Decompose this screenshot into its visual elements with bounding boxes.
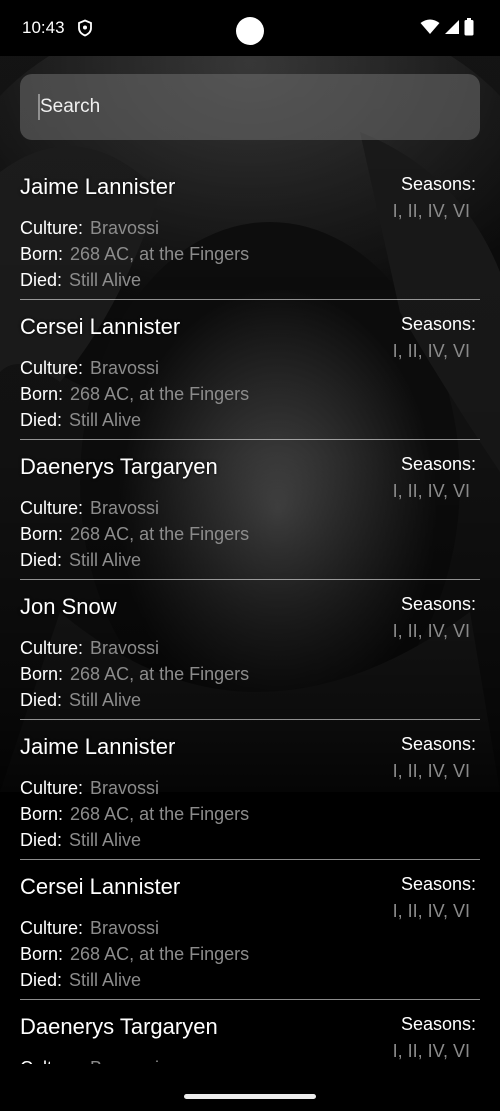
character-list[interactable]: Jaime Lannister Seasons: I, II, IV, VI C…	[0, 160, 500, 1064]
died-label: Died:	[20, 410, 63, 430]
culture-label: Culture:	[20, 218, 84, 238]
status-time: 10:43	[22, 18, 65, 37]
app-screen: 10:43 Jaime Lannister Seasons: I, II, IV…	[0, 0, 500, 1111]
born-line: Born: 268 AC, at the Fingers	[20, 384, 249, 405]
seasons-value: I, II, IV, VI	[392, 621, 470, 641]
died-value: Still Alive	[69, 410, 142, 430]
culture-line: Culture: Bravossi	[20, 1058, 159, 1064]
character-row[interactable]: Daenerys Targaryen Seasons: I, II, IV, V…	[20, 1000, 480, 1064]
signal-icon	[445, 20, 459, 34]
culture-value: Bravossi	[90, 218, 160, 238]
died-value: Still Alive	[69, 830, 142, 850]
culture-value: Bravossi	[90, 638, 160, 658]
culture-value: Bravossi	[90, 778, 160, 798]
shield-icon	[78, 19, 92, 37]
character-name: Cersei Lannister	[20, 874, 181, 899]
character-row[interactable]: Jon Snow Seasons: I, II, IV, VI Culture:…	[20, 580, 480, 720]
born-label: Born:	[20, 804, 64, 824]
died-value: Still Alive	[69, 270, 142, 290]
character-name: Jaime Lannister	[20, 734, 176, 759]
born-label: Born:	[20, 244, 64, 264]
born-line: Born: 268 AC, at the Fingers	[20, 244, 249, 265]
seasons-value: I, II, IV, VI	[392, 481, 470, 501]
born-line: Born: 268 AC, at the Fingers	[20, 664, 249, 685]
search-input[interactable]	[38, 95, 462, 119]
character-row[interactable]: Cersei Lannister Seasons: I, II, IV, VI …	[20, 300, 480, 440]
seasons-label: Seasons:	[400, 1014, 476, 1034]
culture-value: Bravossi	[90, 358, 160, 378]
died-value: Still Alive	[69, 690, 142, 710]
character-row[interactable]: Cersei Lannister Seasons: I, II, IV, VI …	[20, 860, 480, 1000]
culture-line: Culture: Bravossi	[20, 358, 159, 379]
seasons-value: I, II, IV, VI	[392, 341, 470, 361]
died-label: Died:	[20, 690, 63, 710]
born-value: 268 AC, at the Fingers	[70, 664, 250, 684]
born-value: 268 AC, at the Fingers	[70, 384, 250, 404]
born-label: Born:	[20, 944, 64, 964]
died-label: Died:	[20, 550, 63, 570]
character-row[interactable]: Daenerys Targaryen Seasons: I, II, IV, V…	[20, 440, 480, 580]
seasons-value: I, II, IV, VI	[392, 201, 470, 221]
character-row[interactable]: Jaime Lannister Seasons: I, II, IV, VI C…	[20, 160, 480, 300]
seasons-value: I, II, IV, VI	[392, 1041, 470, 1061]
culture-line: Culture: Bravossi	[20, 638, 159, 659]
born-line: Born: 268 AC, at the Fingers	[20, 524, 249, 545]
seasons-label: Seasons:	[400, 314, 476, 334]
died-line: Died: Still Alive	[20, 410, 141, 431]
status-icons	[420, 18, 474, 36]
home-indicator[interactable]	[184, 1094, 316, 1099]
character-name: Daenerys Targaryen	[20, 454, 218, 479]
born-label: Born:	[20, 384, 64, 404]
culture-value: Bravossi	[90, 498, 160, 518]
died-label: Died:	[20, 830, 63, 850]
culture-line: Culture: Bravossi	[20, 218, 159, 239]
seasons-label: Seasons:	[400, 874, 476, 894]
born-line: Born: 268 AC, at the Fingers	[20, 944, 249, 965]
seasons-label: Seasons:	[400, 734, 476, 754]
culture-value: Bravossi	[90, 918, 160, 938]
culture-line: Culture: Bravossi	[20, 918, 159, 939]
culture-label: Culture:	[20, 358, 84, 378]
seasons-value: I, II, IV, VI	[392, 901, 470, 921]
character-name: Cersei Lannister	[20, 314, 181, 339]
culture-line: Culture: Bravossi	[20, 778, 159, 799]
died-label: Died:	[20, 270, 63, 290]
born-value: 268 AC, at the Fingers	[70, 524, 250, 544]
seasons-label: Seasons:	[400, 594, 476, 614]
culture-label: Culture:	[20, 638, 84, 658]
born-label: Born:	[20, 524, 64, 544]
battery-icon	[464, 18, 474, 36]
died-line: Died: Still Alive	[20, 550, 141, 571]
born-line: Born: 268 AC, at the Fingers	[20, 804, 249, 825]
camera-cutout	[236, 17, 264, 45]
died-value: Still Alive	[69, 970, 142, 990]
character-name: Daenerys Targaryen	[20, 1014, 218, 1039]
born-value: 268 AC, at the Fingers	[70, 804, 250, 824]
born-value: 268 AC, at the Fingers	[70, 944, 250, 964]
died-value: Still Alive	[69, 550, 142, 570]
wifi-icon	[420, 19, 440, 34]
search-box[interactable]	[20, 74, 480, 140]
culture-label: Culture:	[20, 778, 84, 798]
died-line: Died: Still Alive	[20, 970, 141, 991]
seasons-label: Seasons:	[400, 174, 476, 194]
died-label: Died:	[20, 970, 63, 990]
died-line: Died: Still Alive	[20, 830, 141, 851]
culture-label: Culture:	[20, 498, 84, 518]
character-name: Jaime Lannister	[20, 174, 176, 199]
culture-label: Culture:	[20, 918, 84, 938]
died-line: Died: Still Alive	[20, 270, 141, 291]
status-bar: 10:43	[0, 0, 500, 56]
seasons-label: Seasons:	[400, 454, 476, 474]
born-label: Born:	[20, 664, 64, 684]
died-line: Died: Still Alive	[20, 690, 141, 711]
seasons-value: I, II, IV, VI	[392, 761, 470, 781]
culture-line: Culture: Bravossi	[20, 498, 159, 519]
born-value: 268 AC, at the Fingers	[70, 244, 250, 264]
character-row[interactable]: Jaime Lannister Seasons: I, II, IV, VI C…	[20, 720, 480, 860]
character-name: Jon Snow	[20, 594, 117, 619]
culture-value: Bravossi	[90, 1058, 159, 1064]
culture-label: Culture:	[20, 1058, 83, 1064]
